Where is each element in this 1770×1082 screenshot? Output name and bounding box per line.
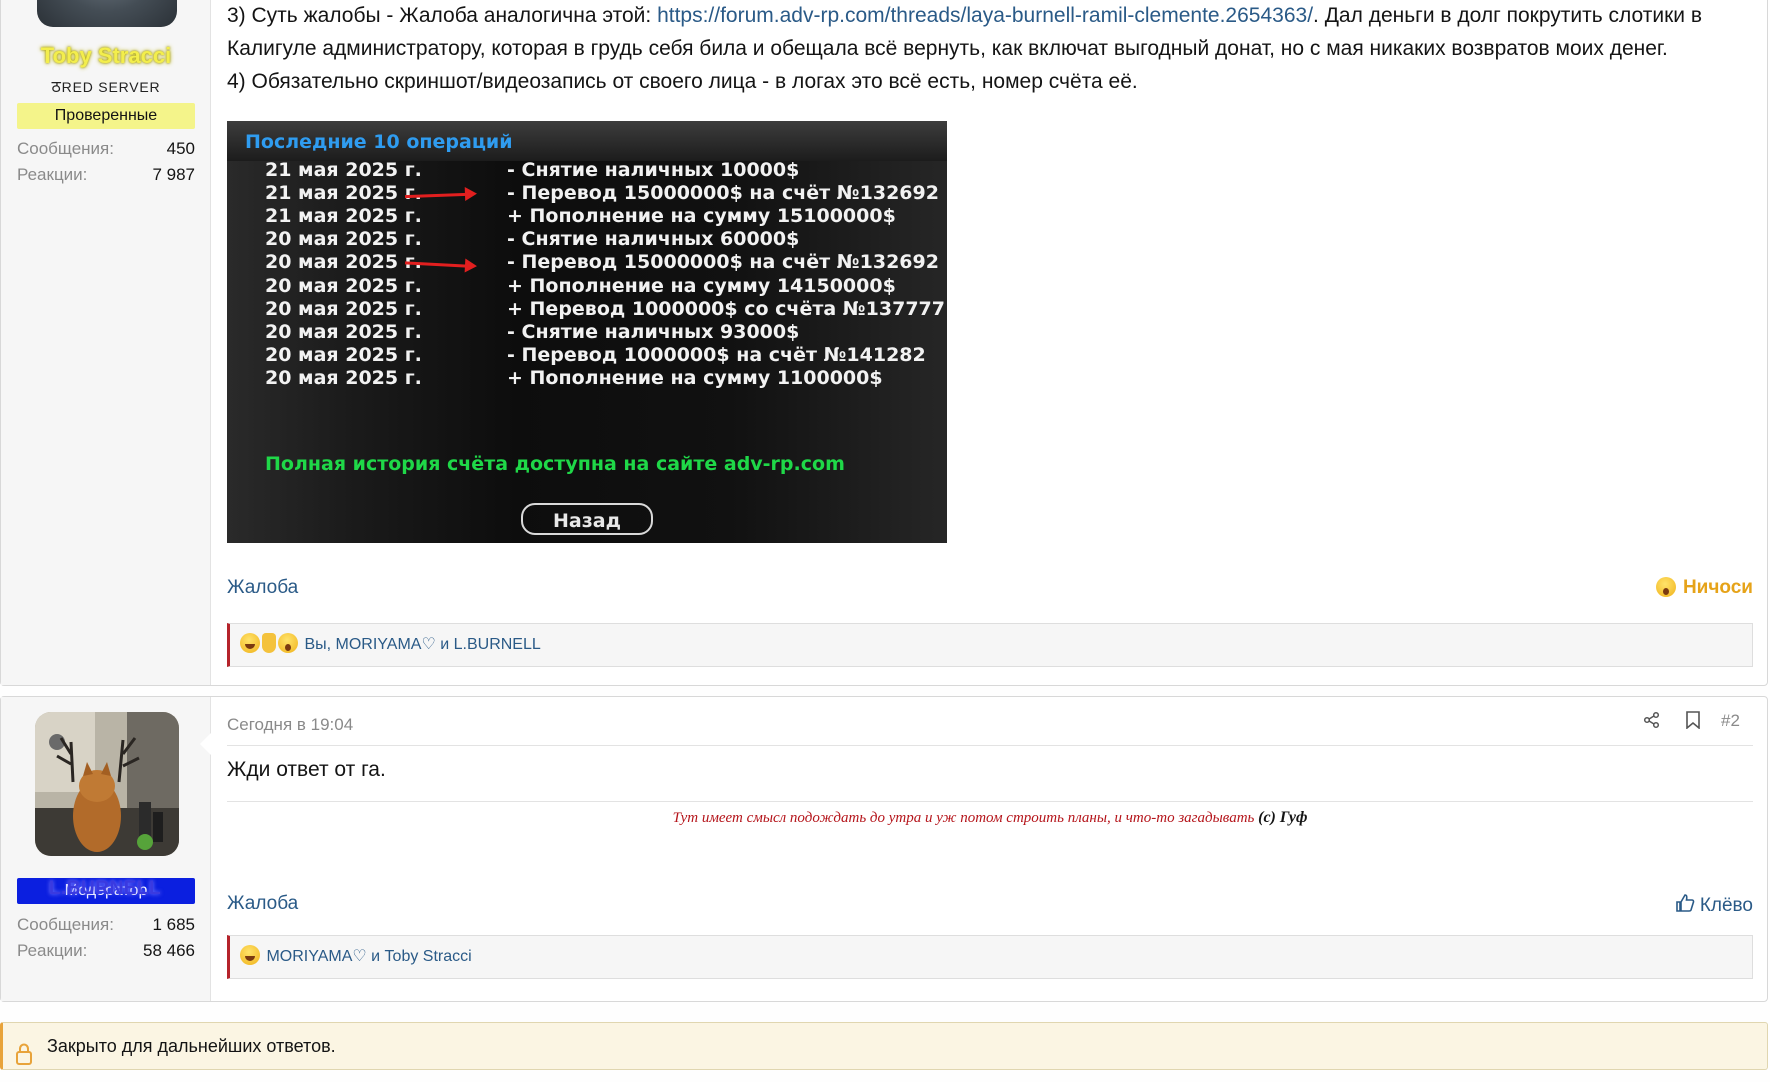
operation-date: 21 мая 2025 г. (265, 159, 422, 181)
operation-date: 20 мая 2025 г. (265, 274, 422, 297)
operation-text: - Перевод 15000000$ на счёт №132692 (507, 182, 939, 205)
post-number-link[interactable]: #2 (1721, 711, 1740, 731)
signature-author: (с) Гуф (1258, 809, 1308, 826)
cat-avatar-image-icon (35, 712, 179, 856)
user-subtitle: ठRED SERVER (51, 77, 161, 96)
operation-text: + Пополнение на сумму 1100000$ (507, 366, 883, 389)
operation-text: - Снятие наличных 60000$ (507, 228, 800, 251)
avatar[interactable] (37, 0, 177, 27)
username[interactable]: Toby Stracci (1, 43, 211, 69)
message-post-1: Toby Stracci ठRED SERVER Проверенные Соо… (0, 0, 1768, 686)
operation-text: - Снятие наличных 10000$ (507, 159, 800, 181)
reactions-bar[interactable]: Вы, MORIYAMA♡ и L.BURNELL (227, 623, 1753, 667)
operation-text: - Перевод 1000000$ на счёт №141282 (507, 343, 926, 366)
like-button[interactable]: Клёво (1675, 893, 1753, 919)
stat-reactions: Реакции: 7 987 (17, 165, 195, 184)
bookmark-icon[interactable] (1685, 711, 1701, 734)
message-timestamp[interactable]: Сегодня в 19:04 (227, 715, 353, 735)
operation-date: 21 мая 2025 г. (265, 182, 422, 205)
message-body: 3) Суть жалобы - Жалоба аналогична этой:… (227, 4, 1702, 93)
wow-emoji-icon (1655, 577, 1676, 597)
laugh-emoji-icon (240, 945, 260, 965)
message-content: Сегодня в 19:04 #2 Жди ответ от га. Тут … (227, 697, 1753, 1001)
lock-icon (15, 1036, 33, 1082)
message-arrow (200, 733, 211, 755)
signature: Тут имеет смысл подождать до утра и уж п… (227, 809, 1753, 827)
operation-text: - Снятие наличных 93000$ (507, 320, 800, 343)
operation-text: + Пополнение на сумму 14150000$ (507, 274, 896, 297)
message-tools: #2 (1643, 711, 1753, 737)
message-post-2: Модератор Сообщения: 1 685 Реакции: 58 4… (0, 696, 1768, 1002)
operation-date: 20 мая 2025 г. (265, 251, 422, 274)
operation-date: 20 мая 2025 г. (265, 320, 422, 343)
thumbs-up-icon (1675, 893, 1695, 919)
user-pane: Модератор Сообщения: 1 685 Реакции: 58 4… (1, 697, 211, 1001)
thumbs-up-emoji-icon (262, 633, 276, 653)
stat-messages: Сообщения: 450 (17, 139, 195, 158)
screenshot-title: Последние 10 операций (245, 131, 513, 153)
operation-date: 21 мая 2025 г. (265, 205, 422, 228)
closed-thread-notice: Закрыто для дальнейших ответов. (0, 1022, 1768, 1070)
message-content: 3) Суть жалобы - Жалоба аналогична этой:… (227, 0, 1753, 685)
user-role-banner: Проверенные (17, 103, 195, 129)
operation-date: 20 мая 2025 г. (265, 366, 422, 389)
reactions-bar[interactable]: MORIYAMA♡ и Toby Stracci (227, 935, 1753, 979)
share-icon[interactable] (1643, 711, 1661, 734)
username[interactable]: L.BURNELL (0, 878, 210, 900)
thread-link[interactable]: https://forum.adv-rp.com/threads/laya-bu… (657, 4, 1313, 27)
stat-reactions: Реакции: 58 466 (17, 941, 195, 960)
stat-messages: Сообщения: 1 685 (17, 915, 195, 934)
red-server-logo-icon: ठ (51, 77, 62, 96)
signature-quote: Тут имеет смысл подождать до утра и уж п… (672, 810, 1255, 826)
avatar[interactable] (35, 712, 179, 856)
operation-date: 20 мая 2025 г. (265, 297, 422, 320)
header-divider (227, 745, 1753, 746)
laugh-emoji-icon (240, 633, 260, 653)
prefix-tag[interactable]: Жалоба (227, 577, 298, 599)
bank-operations-screenshot[interactable]: Последние 10 операций 21 мая 2025 г. - Сн… (227, 121, 947, 543)
operation-text: + Перевод 1000000$ со счёта №137777 (507, 297, 945, 320)
prefix-tag[interactable]: Жалоба (227, 893, 298, 915)
message-body: Жди ответ от га. (227, 758, 386, 781)
wow-emoji-icon (278, 633, 298, 653)
operation-date: 20 мая 2025 г. (265, 228, 422, 251)
operation-date: 20 мая 2025 г. (265, 343, 422, 366)
operation-text: + Пополнение на сумму 15100000$ (507, 205, 896, 228)
operation-text: - Перевод 15000000$ на счёт №132692 (507, 251, 939, 274)
back-button: Назад (521, 503, 653, 535)
screenshot-footer: Полная история счёта доступна на сайте a… (265, 453, 845, 475)
signature-divider (227, 801, 1753, 802)
reaction-button[interactable]: Ничоси (1655, 577, 1753, 599)
user-pane: Toby Stracci ठRED SERVER Проверенные Соо… (1, 0, 211, 685)
